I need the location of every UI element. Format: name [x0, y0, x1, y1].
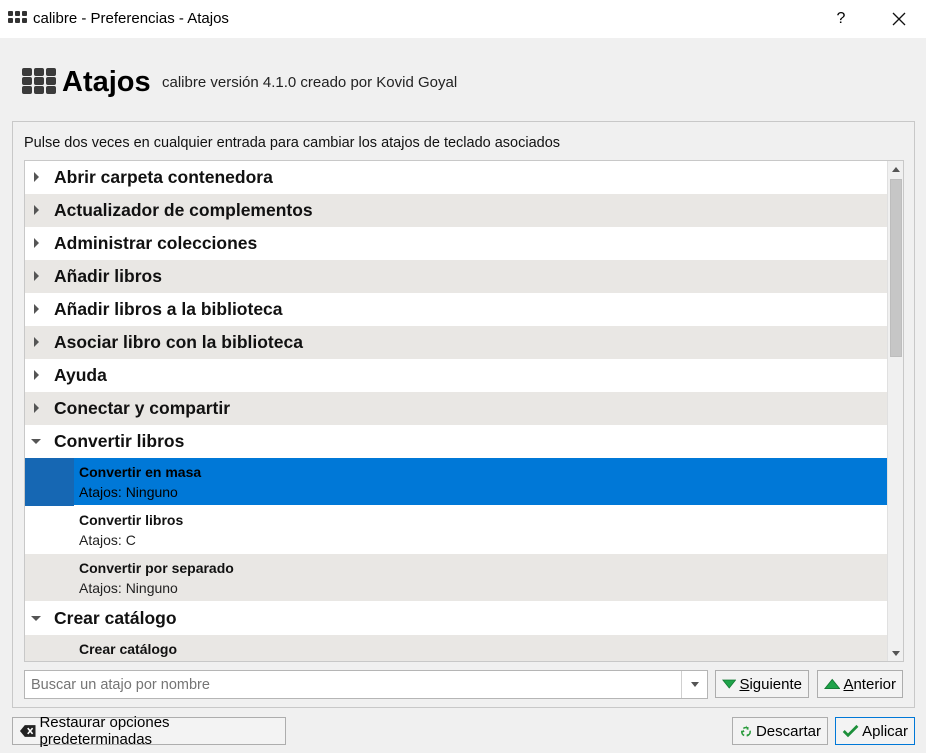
next-button[interactable]: Siguiente	[715, 670, 809, 698]
group-label: Administrar colecciones	[54, 233, 258, 253]
apply-button[interactable]: Aplicar	[835, 717, 915, 745]
recycle-icon	[741, 725, 751, 737]
instructions-text: Pulse dos veces en cualquier entrada par…	[24, 135, 561, 151]
collapse-arrow-icon[interactable]	[31, 616, 41, 621]
shortcut-keys: Atajos: Ninguno	[79, 580, 178, 596]
search-input[interactable]	[29, 676, 669, 694]
tree-group-row[interactable]: Actualizador de complementos	[25, 194, 887, 227]
shortcuts-tree[interactable]: Abrir carpeta contenedora Actualizador d…	[24, 160, 904, 662]
shortcut-item[interactable]: Convertir en masa Atajos: Ninguno	[25, 458, 887, 506]
discard-label: Descartar	[755, 722, 821, 740]
group-label: Conectar y compartir	[54, 398, 231, 418]
tree-rows: Abrir carpeta contenedora Actualizador d…	[25, 161, 887, 661]
group-label: Ayuda	[54, 365, 107, 385]
page-title: Atajos	[62, 66, 151, 98]
chevron-down-icon	[690, 682, 699, 687]
expand-arrow-icon[interactable]	[34, 205, 39, 215]
group-label: Convertir libros	[54, 431, 185, 451]
next-label: Siguiente	[739, 675, 802, 693]
scroll-up-icon	[892, 166, 900, 172]
selection-indent	[25, 458, 74, 506]
tree-group-row[interactable]: Crear catálogo	[25, 602, 887, 635]
tree-group-row[interactable]: Asociar libro con la biblioteca	[25, 326, 887, 359]
tree-group-row[interactable]: Convertir libros	[25, 425, 887, 458]
tree-group-row[interactable]: Añadir libros a la biblioteca	[25, 293, 887, 326]
arrow-down-green-icon	[722, 679, 737, 689]
group-label: Crear catálogo	[54, 608, 177, 628]
collapse-arrow-icon[interactable]	[31, 439, 41, 444]
expand-arrow-icon[interactable]	[34, 337, 39, 347]
calibre-logo-icon	[22, 68, 56, 94]
discard-button[interactable]: Descartar	[732, 717, 828, 745]
tree-group-row[interactable]: Conectar y compartir	[25, 392, 887, 425]
expand-arrow-icon[interactable]	[34, 172, 39, 182]
shortcuts-panel: Pulse dos veces en cualquier entrada par…	[12, 121, 915, 708]
close-icon	[892, 12, 906, 26]
group-label: Actualizador de complementos	[54, 200, 313, 220]
shortcut-title: Convertir por separado	[79, 560, 234, 576]
shortcut-keys: Atajos: Ninguno	[79, 484, 178, 500]
calibre-app-icon	[8, 11, 27, 23]
expand-arrow-icon[interactable]	[34, 370, 39, 380]
previous-button[interactable]: Anterior	[817, 670, 903, 698]
shortcut-search-combo[interactable]	[24, 670, 708, 699]
close-button[interactable]	[882, 0, 916, 38]
group-label: Añadir libros	[54, 266, 162, 286]
vertical-scrollbar[interactable]	[887, 161, 903, 661]
shortcut-item[interactable]: Convertir por separado Atajos: Ninguno	[25, 554, 887, 602]
search-history-dropdown[interactable]	[681, 671, 707, 698]
version-info: calibre versión 4.1.0 creado por Kovid G…	[162, 74, 458, 91]
expand-arrow-icon[interactable]	[34, 403, 39, 413]
arrow-up-green-icon	[824, 678, 841, 690]
clear-icon	[19, 725, 36, 737]
expand-arrow-icon[interactable]	[34, 271, 39, 281]
shortcut-title: Convertir libros	[79, 512, 184, 528]
page-header: Atajos calibre versión 4.1.0 creado por …	[0, 38, 926, 118]
tree-group-row[interactable]: Abrir carpeta contenedora	[25, 161, 887, 194]
shortcut-title: Convertir en masa	[79, 464, 202, 480]
tree-group-row[interactable]: Añadir libros	[25, 260, 887, 293]
apply-label: Aplicar	[862, 722, 908, 740]
expand-arrow-icon[interactable]	[34, 238, 39, 248]
shortcut-title: Crear catálogo	[79, 641, 178, 657]
tree-group-row[interactable]: Administrar colecciones	[25, 227, 887, 260]
scroll-thumb[interactable]	[890, 179, 902, 357]
help-button[interactable]: ?	[826, 0, 856, 38]
group-label: Abrir carpeta contenedora	[54, 167, 273, 187]
title-bar: calibre - Preferencias - Atajos ?	[0, 0, 926, 38]
scroll-up-button[interactable]	[888, 161, 903, 177]
checkmark-icon	[842, 724, 859, 738]
restore-defaults-button[interactable]: Restaurar opciones predeterminadas	[12, 714, 286, 748]
shortcut-keys: Atajos: C	[79, 532, 136, 548]
scroll-down-icon	[892, 650, 900, 656]
window-title: calibre - Preferencias - Atajos	[33, 10, 229, 27]
tree-group-row[interactable]: Ayuda	[25, 359, 887, 392]
shortcut-item[interactable]: Convertir libros Atajos: C	[25, 506, 887, 554]
group-label: Asociar libro con la biblioteca	[54, 332, 303, 352]
previous-label: Anterior	[843, 675, 896, 693]
expand-arrow-icon[interactable]	[34, 304, 39, 314]
scroll-down-button[interactable]	[888, 645, 903, 661]
shortcut-item[interactable]: Crear catálogo	[25, 635, 887, 661]
restore-label: Restaurar opciones predeterminadas	[39, 714, 170, 748]
group-label: Añadir libros a la biblioteca	[54, 299, 283, 319]
